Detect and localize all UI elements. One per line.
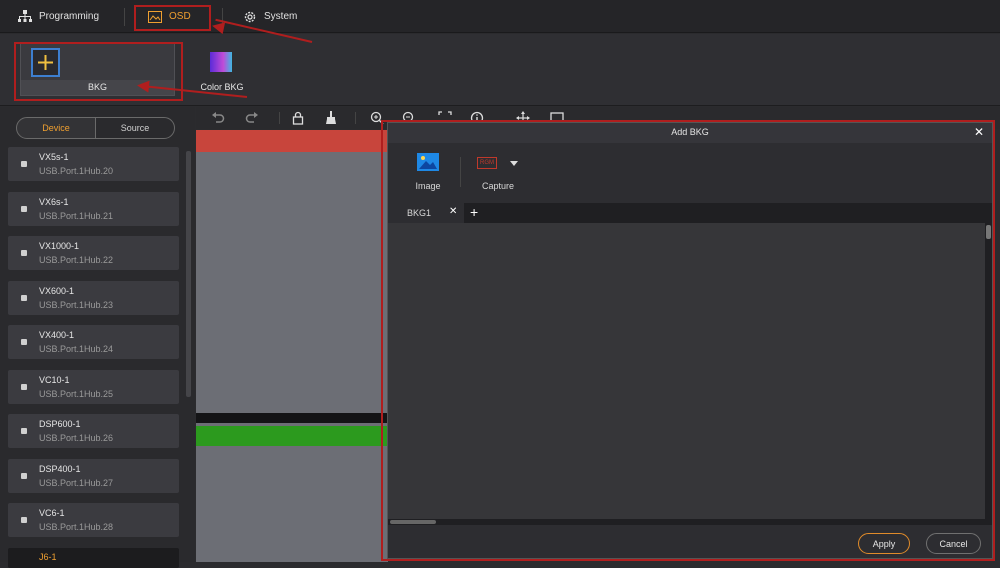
device-name: J6-1 [39, 552, 57, 562]
menu-programming[interactable]: Programming [18, 0, 99, 33]
tab-source[interactable]: Source [95, 117, 175, 139]
toolbar-divider [279, 112, 280, 124]
brush-icon[interactable] [324, 111, 338, 125]
device-item[interactable]: VX1000-1 USB.Port.1Hub.22 [8, 236, 179, 270]
device-name: DSP400-1 [39, 464, 81, 474]
arrowhead-bkg [136, 79, 150, 93]
lock-icon[interactable] [291, 111, 305, 125]
device-port: USB.Port.1Hub.27 [39, 478, 114, 488]
highlight-dialog-box [381, 120, 995, 561]
canvas-area[interactable] [196, 130, 388, 562]
device-item[interactable]: VX400-1 USB.Port.1Hub.24 [8, 325, 179, 359]
device-status-dot [21, 250, 27, 256]
device-port: USB.Port.1Hub.24 [39, 344, 114, 354]
device-item[interactable]: VC10-1 USB.Port.1Hub.25 [8, 370, 179, 404]
tab-device[interactable]: Device [16, 117, 96, 139]
color-bkg-tile[interactable]: Color BKG [198, 48, 246, 96]
device-port: USB.Port.1Hub.25 [39, 389, 114, 399]
undo-icon[interactable] [211, 111, 225, 125]
device-port: USB.Port.1Hub.26 [39, 433, 114, 443]
device-name: DSP600-1 [39, 419, 81, 429]
gear-icon [244, 11, 256, 22]
device-port: USB.Port.1Hub.21 [39, 211, 114, 221]
device-status-dot [21, 473, 27, 479]
device-name: VX6s-1 [39, 197, 69, 207]
device-item[interactable]: VX5s-1 USB.Port.1Hub.20 [8, 147, 179, 181]
color-bkg-label: Color BKG [200, 82, 244, 92]
device-list-scrollbar[interactable] [186, 151, 191, 397]
device-item[interactable]: VC6-1 USB.Port.1Hub.28 [8, 503, 179, 537]
device-item[interactable]: DSP400-1 USB.Port.1Hub.27 [8, 459, 179, 493]
device-port: USB.Port.1Hub.20 [39, 166, 114, 176]
device-name: VC6-1 [39, 508, 65, 518]
device-status-dot [21, 517, 27, 523]
redo-icon[interactable] [245, 111, 259, 125]
device-status-dot [21, 295, 27, 301]
device-status-dot [21, 428, 27, 434]
device-item[interactable]: DSP600-1 USB.Port.1Hub.26 [8, 414, 179, 448]
highlight-osd-box [134, 5, 211, 31]
canvas-scrollbar[interactable] [196, 413, 388, 423]
device-name: VX5s-1 [39, 152, 69, 162]
device-name: VX600-1 [39, 286, 75, 296]
device-port: USB.Port.1Hub.23 [39, 300, 114, 310]
device-item[interactable]: VX600-1 USB.Port.1Hub.23 [8, 281, 179, 315]
device-status-dot [21, 206, 27, 212]
arrowhead-osd [210, 19, 226, 35]
device-name: VX1000-1 [39, 241, 80, 251]
device-item[interactable]: VX6s-1 USB.Port.1Hub.21 [8, 192, 179, 226]
menu-divider [124, 8, 125, 26]
device-item[interactable]: J6-1 [8, 548, 179, 568]
device-port: USB.Port.1Hub.22 [39, 255, 114, 265]
device-name: VX400-1 [39, 330, 75, 340]
device-panel: Device Source VX5s-1 USB.Port.1Hub.20 VX6… [0, 107, 195, 568]
highlight-bkg-box [14, 42, 183, 101]
device-port: USB.Port.1Hub.28 [39, 522, 114, 532]
device-status-dot [21, 339, 27, 345]
toolbar-divider [355, 112, 356, 124]
screen-header-red[interactable] [196, 130, 388, 152]
device-status-dot [21, 384, 27, 390]
device-name: VC10-1 [39, 375, 70, 385]
device-status-dot [21, 161, 27, 167]
gradient-icon [210, 52, 232, 72]
menu-programming-label: Programming [39, 11, 100, 22]
hierarchy-icon [18, 10, 32, 22]
screen-header-green[interactable] [196, 426, 388, 446]
menu-system-label: System [264, 11, 298, 22]
